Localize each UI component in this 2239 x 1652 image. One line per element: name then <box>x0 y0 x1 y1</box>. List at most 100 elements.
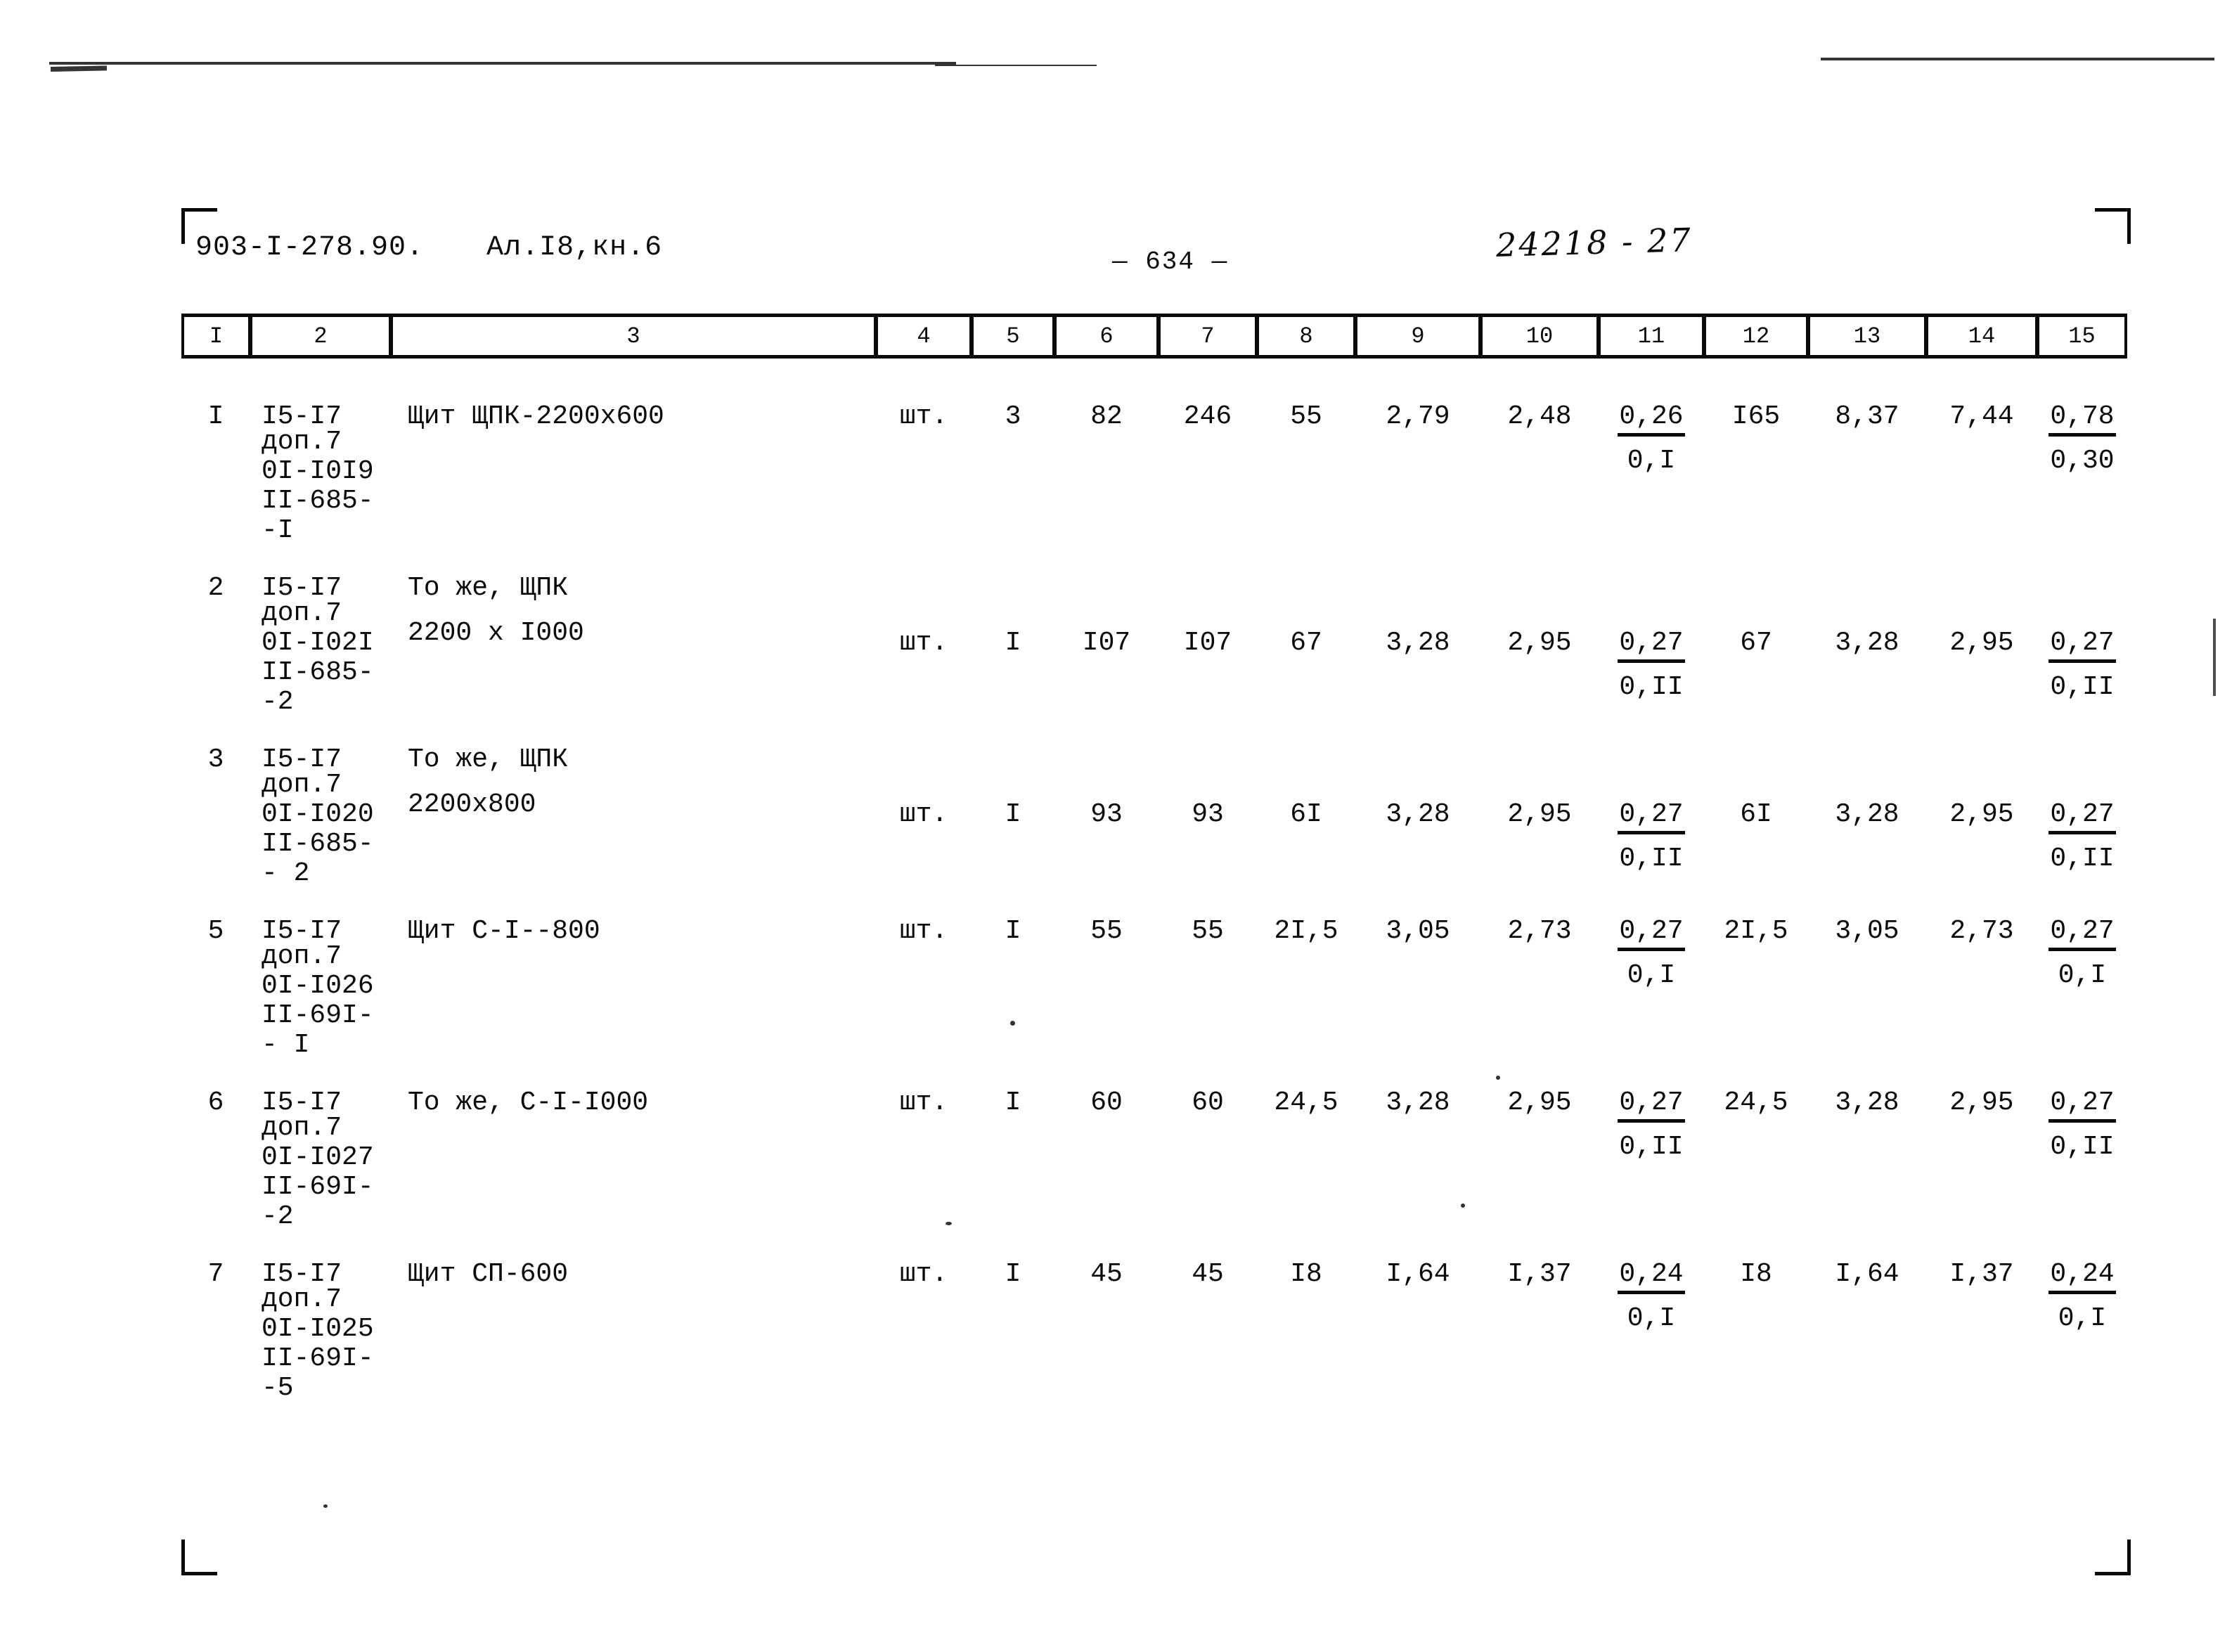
fraction-denominator: 0,II <box>2050 1132 2115 1162</box>
item-name-line: То же, ЩПК <box>408 573 569 603</box>
fraction-denominator: 0,30 <box>2050 446 2115 476</box>
table-row: 6 I5-I7 доп.7 0I-I027 II-69I- -2 То же, С-I-I0… <box>181 1077 2127 1233</box>
value-col-12: 2I,5 <box>1724 916 1788 946</box>
value-col-13: I,64 <box>1835 1259 1899 1289</box>
column-header-6: 6 <box>1054 317 1159 355</box>
column-header-9: 9 <box>1355 317 1480 355</box>
fraction-numerator: 0,24 <box>1618 1261 1685 1294</box>
value-col-13: 3,05 <box>1835 916 1899 946</box>
value-col-11-fraction: 0,26 0,I <box>1599 391 1704 475</box>
unit-of-measure: шт. <box>899 916 948 946</box>
value-col-9: 3,28 <box>1386 1088 1450 1118</box>
value-col-15-fraction: 0,78 0,30 <box>2037 391 2127 475</box>
value-col-14: 2,95 <box>1949 1088 2014 1118</box>
value-col-10: 2,95 <box>1507 628 1572 658</box>
row-number: 5 <box>207 916 224 946</box>
column-header-10: 10 <box>1480 317 1599 355</box>
item-code-line: доп.7 <box>262 941 342 972</box>
column-header-7: 7 <box>1159 317 1257 355</box>
item-code-line: II-69I- <box>262 1000 374 1031</box>
column-header-8: 8 <box>1257 317 1355 355</box>
scan-speck <box>323 1504 328 1508</box>
value-col-12: 6I <box>1740 799 1772 830</box>
value-col-6: 55 <box>1090 916 1123 946</box>
column-header-3: 3 <box>391 317 876 355</box>
value-col-5: I <box>1005 1088 1021 1118</box>
item-code-line: 0I-I020 <box>262 799 374 830</box>
value-col-15-fraction: 0,27 0,II <box>2037 1077 2127 1161</box>
value-col-10: 2,95 <box>1507 1088 1572 1118</box>
document-header: 903-I-278.90. Ал.I8,кн.6 <box>195 232 662 264</box>
item-code-line: 0I-I026 <box>262 971 374 1001</box>
value-col-15-fraction: 0,27 0,II <box>2037 562 2127 701</box>
value-col-12: I65 <box>1731 401 1781 432</box>
value-col-13: 3,28 <box>1835 628 1899 658</box>
row-number: 6 <box>207 1088 224 1118</box>
fraction-numerator: 0,26 <box>1618 404 1685 437</box>
table-row: 5 I5-I7 доп.7 0I-I026 II-69I- - I Щит С-I--800… <box>181 905 2127 1061</box>
item-code-line: доп.7 <box>262 598 342 628</box>
value-col-8: I8 <box>1290 1259 1322 1289</box>
item-code-line: II-685- <box>262 486 374 516</box>
scan-speck <box>1461 1203 1465 1208</box>
value-col-8: 6I <box>1290 799 1322 830</box>
value-col-9: I,64 <box>1386 1259 1450 1289</box>
value-col-9: 3,28 <box>1386 799 1450 830</box>
value-col-14: 7,44 <box>1949 401 2014 432</box>
item-code-line: II-69I- <box>262 1172 374 1202</box>
value-col-9: 3,28 <box>1386 628 1450 658</box>
row-number: 3 <box>207 744 224 775</box>
fraction-denominator: 0,I <box>1627 1303 1676 1334</box>
scan-speck <box>1496 1076 1500 1080</box>
value-col-12: I8 <box>1740 1259 1772 1289</box>
fraction-denominator: 0,I <box>1627 446 1676 476</box>
table-row: 2 I5-I7 доп.7 0I-I02I II-685- -2 То же, ЩПК 220… <box>181 562 2127 718</box>
item-code-line: -2 <box>262 687 294 717</box>
value-col-8: 55 <box>1290 401 1322 432</box>
row-number: 2 <box>207 573 224 603</box>
table-column-header-row: I 2 3 4 5 6 7 8 9 10 11 12 13 14 15 <box>181 314 2127 359</box>
value-col-10: 2,73 <box>1507 916 1572 946</box>
item-code-line: - 2 <box>262 858 310 889</box>
value-col-7: 55 <box>1192 916 1224 946</box>
fraction-numerator: 0,27 <box>1618 1090 1685 1123</box>
value-col-9: 3,05 <box>1386 916 1450 946</box>
table-body: I I5-I7 доп.7 0I-I0I9 II-685- -I Щит ЩПК-2200х… <box>181 391 2127 1420</box>
item-code-line: II-685- <box>262 829 374 859</box>
item-name-line: То же, ЩПК <box>408 744 569 775</box>
value-col-11-fraction: 0,27 0,I <box>1599 905 1704 989</box>
page-number: — 634 — <box>1112 247 1229 276</box>
item-name-line: То же, С-I-I000 <box>408 1088 649 1118</box>
item-code-line: - I <box>262 1030 310 1060</box>
scan-artifact-tick <box>50 65 108 72</box>
scan-margin-tick <box>2213 619 2216 696</box>
column-header-5: 5 <box>972 317 1054 355</box>
column-header-15: 15 <box>2037 317 2127 355</box>
value-col-15-fraction: 0,27 0,II <box>2037 734 2127 872</box>
value-col-5: I <box>1005 628 1021 658</box>
scan-artifact-line-left <box>49 62 956 65</box>
item-code-block: I5-I7 доп.7 0I-I0I9 II-685- -I <box>250 391 391 547</box>
value-col-6: 82 <box>1090 401 1123 432</box>
value-col-14: 2,95 <box>1949 628 2014 658</box>
fraction-numerator: 0,27 <box>1618 801 1685 834</box>
column-header-14: 14 <box>1926 317 2037 355</box>
item-code-line: доп.7 <box>262 1113 342 1143</box>
value-col-11-fraction: 0,24 0,I <box>1599 1248 1704 1332</box>
item-code-line: -5 <box>262 1373 294 1403</box>
fraction-denominator: 0,II <box>1619 844 1684 874</box>
item-code-line: 0I-I0I9 <box>262 456 374 486</box>
value-col-6: I07 <box>1082 628 1131 658</box>
value-col-6: 93 <box>1090 799 1123 830</box>
unit-of-measure: шт. <box>899 401 948 432</box>
fraction-numerator: 0,27 <box>2048 630 2116 663</box>
value-col-8: 67 <box>1290 628 1322 658</box>
fraction-numerator: 0,27 <box>2048 918 2116 951</box>
column-header-12: 12 <box>1704 317 1808 355</box>
fraction-denominator: 0,I <box>1627 960 1676 990</box>
table-row: 7 I5-I7 доп.7 0I-I025 II-69I- -5 Щит СП-600 шт.… <box>181 1248 2127 1405</box>
value-col-11-fraction: 0,27 0,II <box>1599 734 1704 872</box>
item-code-line: -2 <box>262 1201 294 1232</box>
table-row: I I5-I7 доп.7 0I-I0I9 II-685- -I Щит ЩПК-2200х… <box>181 391 2127 547</box>
table-row: 3 I5-I7 доп.7 0I-I020 II-685- - 2 То же, ЩПК 22… <box>181 734 2127 890</box>
